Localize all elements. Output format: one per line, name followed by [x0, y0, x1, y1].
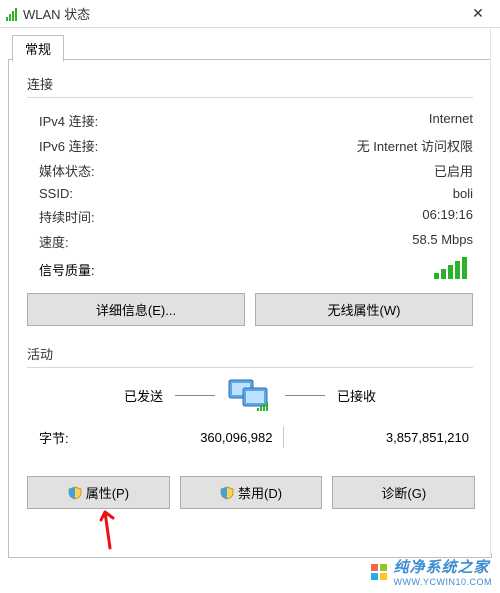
duration-value: 06:19:16 — [422, 207, 473, 226]
tab-general[interactable]: 常规 — [12, 35, 64, 62]
ssid-label: SSID: — [27, 186, 73, 201]
ipv6-value: 无 Internet 访问权限 — [357, 136, 473, 155]
activity-diagram: 已发送 已接收 — [27, 378, 473, 412]
wireless-properties-button[interactable]: 无线属性(W) — [255, 293, 473, 326]
row-media: 媒体状态: 已启用 — [27, 158, 473, 183]
recv-label: 已接收 — [337, 386, 376, 405]
row-speed: 速度: 58.5 Mbps — [27, 229, 473, 254]
bytes-label: 字节: — [27, 428, 87, 447]
row-ipv6: IPv6 连接: 无 Internet 访问权限 — [27, 133, 473, 158]
media-value: 已启用 — [434, 161, 473, 180]
bottom-buttons: 属性(P) 禁用(D) 诊断(G) — [27, 476, 473, 509]
dash-icon — [175, 395, 215, 396]
watermark-url: WWW.YCWIN10.COM — [394, 577, 493, 587]
separator — [27, 97, 473, 98]
watermark-logo-icon — [370, 563, 388, 581]
wifi-icon — [6, 7, 17, 21]
disable-label: 禁用(D) — [238, 483, 282, 502]
shield-icon — [220, 485, 234, 501]
ssid-value: boli — [453, 186, 473, 201]
diagnose-label: 诊断(G) — [381, 483, 426, 502]
row-ssid: SSID: boli — [27, 183, 473, 204]
connection-buttons: 详细信息(E)... 无线属性(W) — [27, 293, 473, 326]
tab-panel: 连接 IPv4 连接: Internet IPv6 连接: 无 Internet… — [8, 60, 492, 558]
properties-button[interactable]: 属性(P) — [27, 476, 170, 509]
window-title: WLAN 状态 — [23, 4, 462, 23]
ipv6-label: IPv6 连接: — [27, 136, 98, 155]
properties-label: 属性(P) — [86, 483, 129, 502]
sent-label: 已发送 — [124, 386, 163, 405]
speed-label: 速度: — [27, 232, 69, 251]
computers-icon — [227, 378, 273, 412]
details-button[interactable]: 详细信息(E)... — [27, 293, 245, 326]
signal-label: 信号质量: — [27, 260, 434, 279]
row-duration: 持续时间: 06:19:16 — [27, 204, 473, 229]
bytes-recv: 3,857,851,210 — [284, 430, 474, 445]
ipv4-label: IPv4 连接: — [27, 111, 98, 130]
duration-label: 持续时间: — [27, 207, 95, 226]
dash-icon — [285, 395, 325, 396]
bytes-row: 字节: 360,096,982 3,857,851,210 — [27, 420, 473, 454]
diagnose-button[interactable]: 诊断(G) — [332, 476, 475, 509]
disable-button[interactable]: 禁用(D) — [180, 476, 323, 509]
shield-icon — [68, 485, 82, 501]
media-label: 媒体状态: — [27, 161, 95, 180]
row-ipv4: IPv4 连接: Internet — [27, 108, 473, 133]
separator — [27, 367, 473, 368]
speed-value: 58.5 Mbps — [412, 232, 473, 251]
tabs: 常规 — [8, 34, 492, 60]
ipv4-value: Internet — [429, 111, 473, 130]
titlebar: WLAN 状态 ✕ — [0, 0, 500, 28]
connection-heading: 连接 — [27, 74, 473, 93]
activity-section: 活动 已发送 已接收 — [27, 344, 473, 454]
window-edge — [490, 28, 500, 553]
bytes-sent: 360,096,982 — [87, 430, 283, 445]
close-button[interactable]: ✕ — [462, 5, 494, 22]
watermark-text: 纯净系统之家 — [394, 556, 493, 577]
signal-bars-icon — [434, 257, 473, 279]
activity-heading: 活动 — [27, 344, 473, 363]
row-signal: 信号质量: — [27, 254, 473, 285]
watermark: 纯净系统之家 WWW.YCWIN10.COM — [370, 556, 493, 587]
